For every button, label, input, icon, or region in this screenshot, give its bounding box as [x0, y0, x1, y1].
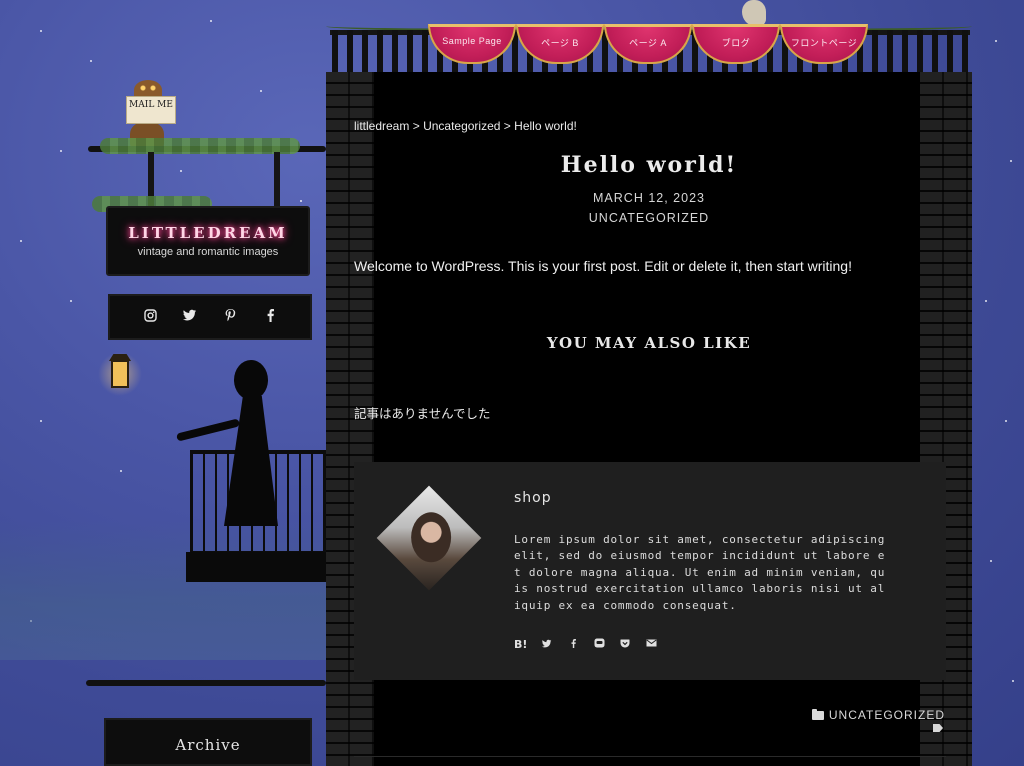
menu-item-page-b[interactable]: ページ B: [516, 24, 604, 64]
breadcrumb-category-link[interactable]: Uncategorized: [423, 119, 500, 133]
author-avatar: [376, 485, 482, 591]
folder-icon: [811, 708, 824, 720]
related-posts-empty-message: 記事はありませんでした: [354, 406, 491, 421]
sidebar: MAIL ME LITTLEDREAM vintage and romantic…: [0, 0, 326, 766]
archive-widget: Archive: [104, 718, 312, 766]
archive-widget-title: Archive: [175, 736, 241, 754]
site-tagline: vintage and romantic images: [137, 246, 279, 258]
menu-item-sample-page[interactable]: Sample Page: [428, 24, 516, 64]
tag-icon: [933, 724, 943, 732]
facebook-icon[interactable]: [567, 638, 579, 651]
twitter-icon[interactable]: [541, 639, 553, 651]
breadcrumb-home-link[interactable]: littledream: [354, 119, 409, 133]
breadcrumb-separator: >: [412, 119, 420, 133]
main-menu: Sample Page ページ B ページ A ブログ フロントページ: [428, 24, 868, 64]
divider: [354, 756, 946, 757]
instagram-icon[interactable]: [143, 308, 157, 326]
main-content-panel: littledream > Uncategorized > Hello worl…: [326, 72, 972, 766]
sign-chain: [274, 152, 280, 206]
related-posts-heading: YOU MAY ALSO LIKE: [546, 334, 752, 352]
site-title[interactable]: LITTLEDREAM: [108, 224, 308, 242]
pocket-icon[interactable]: [619, 639, 631, 651]
author-description: Lorem ipsum dolor sit amet, consectetur …: [514, 533, 886, 612]
social-links: [108, 294, 312, 340]
mail-icon[interactable]: [645, 639, 657, 650]
menu-item-front-page[interactable]: フロントページ: [780, 24, 868, 64]
menu-item-page-a[interactable]: ページ A: [604, 24, 692, 64]
hatena-bookmark-icon[interactable]: B!: [514, 638, 527, 651]
author-share-buttons: B!: [514, 638, 657, 651]
menu-item-blog[interactable]: ブログ: [692, 24, 780, 64]
post-footer-category[interactable]: UNCATEGORIZED: [811, 708, 945, 722]
top-navigation: Sample Page ページ B ページ A ブログ フロントページ: [326, 0, 972, 76]
sign-rail: [86, 680, 326, 686]
site-title-board[interactable]: LITTLEDREAM vintage and romantic images: [106, 206, 310, 276]
girl-silhouette-illustration: [175, 360, 280, 560]
vine-decoration: [100, 138, 300, 154]
mail-me-sign[interactable]: MAIL ME: [126, 96, 176, 124]
author-name[interactable]: shop: [514, 490, 552, 506]
lantern-illustration: [98, 346, 142, 404]
pinterest-icon[interactable]: [223, 308, 237, 326]
post-category-link[interactable]: UNCATEGORIZED: [326, 211, 972, 225]
breadcrumb: littledream > Uncategorized > Hello worl…: [354, 119, 577, 133]
line-icon[interactable]: [593, 638, 605, 651]
post-title: Hello world!: [560, 152, 738, 178]
facebook-icon[interactable]: [263, 308, 277, 326]
author-box: shop Lorem ipsum dolor sit amet, consect…: [354, 462, 946, 680]
post-body-text: Welcome to WordPress. This is your first…: [354, 258, 852, 274]
post-date: MARCH 12, 2023: [593, 191, 705, 205]
breadcrumb-separator: >: [503, 119, 511, 133]
twitter-icon[interactable]: [183, 309, 197, 325]
post-footer-category-label[interactable]: UNCATEGORIZED: [829, 708, 945, 722]
breadcrumb-current: Hello world!: [514, 119, 577, 133]
